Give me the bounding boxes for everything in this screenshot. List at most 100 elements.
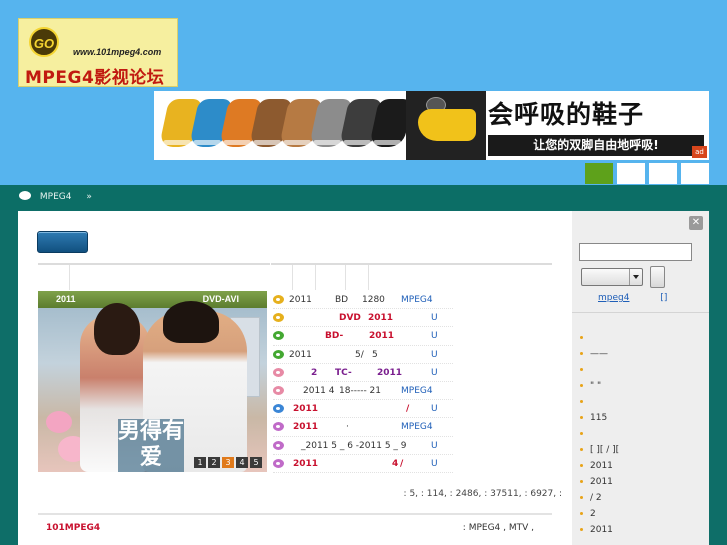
top-nav <box>585 163 709 184</box>
tab-latest[interactable] <box>271 265 293 290</box>
sidebar-item-label: 2 <box>590 509 596 519</box>
main-content: 2011 DVD-AVI 男得有爱 12345 2011 BD 1280 MPEG4 D… <box>18 211 572 545</box>
thread-row[interactable]: 2011 4/ U <box>273 455 453 473</box>
tab-digest[interactable] <box>316 265 346 290</box>
thread-row[interactable]: BD- 2011 U <box>273 327 453 346</box>
thread-title-part[interactable]: 2011 4 <box>303 382 335 400</box>
nav-item-4[interactable] <box>681 163 709 184</box>
site-logo[interactable]: GO www.101mpeg4.com MPEG4影视论坛 <box>18 18 178 88</box>
thread-forum-tag[interactable]: U <box>431 309 438 327</box>
slide-page-button[interactable]: 1 <box>194 457 206 468</box>
slide-page-button[interactable]: 2 <box>208 457 220 468</box>
slide-page-button[interactable]: 3 <box>222 457 234 468</box>
section-title[interactable]: 101MPEG4 <box>46 523 100 533</box>
thread-forum-tag[interactable]: U <box>431 346 438 364</box>
thread-title-part[interactable]: BD <box>335 291 348 309</box>
chat-bubble-icon <box>19 191 31 200</box>
slide-page-button[interactable]: 5 <box>250 457 262 468</box>
thread-bubble-icon <box>273 404 284 414</box>
sidebar-link-bracket[interactable]: [] <box>660 293 667 303</box>
thread-forum-tag[interactable]: U <box>431 437 438 455</box>
thread-forum-tag[interactable]: U <box>431 364 438 382</box>
thread-row[interactable]: _2011 5 _ 6 -2011 5 _ 9 U <box>273 437 453 455</box>
thread-title-part[interactable]: TC- <box>335 364 352 382</box>
thread-title-part[interactable]: DVD <box>339 309 361 327</box>
nav-item-1[interactable] <box>585 163 613 184</box>
sidebar-list: —— " " 115 [ ][ / ][2011 2011 / 2 2 2011 <box>580 330 705 538</box>
sidebar-item-label: [ ][ / ][ <box>590 445 620 455</box>
bullet-icon <box>580 384 583 387</box>
thread-row[interactable]: 2 TC- 2011 U <box>273 364 453 382</box>
thread-forum-tag[interactable]: MPEG4 <box>401 291 433 309</box>
sidebar-list-item[interactable]: 115 <box>580 410 705 426</box>
thread-title-part[interactable]: 2 <box>311 364 317 382</box>
thread-bubble-icon <box>273 349 284 359</box>
thread-forum-tag[interactable]: MPEG4 <box>401 382 433 400</box>
sidebar-link-mpeg4[interactable]: mpeg4 <box>598 293 629 303</box>
ad-banner[interactable]: 会呼吸的鞋子 让您的双脚自由地呼吸! ad <box>154 91 709 160</box>
nav-item-3[interactable] <box>649 163 677 184</box>
sidebar-list-item[interactable]: 2 <box>580 506 705 522</box>
thread-title-part[interactable]: 5 <box>372 346 378 364</box>
thread-title-part[interactable]: 2011 <box>368 309 393 327</box>
search-type-select[interactable] <box>581 268 643 286</box>
sidebar-list-item[interactable] <box>580 394 705 410</box>
thread-list: 2011 BD 1280 MPEG4 DVD 2011 U BD- 2011 U 2011 5/5 U 2… <box>273 291 453 473</box>
thread-title-part[interactable]: 2011 <box>293 455 318 473</box>
thread-forum-tag[interactable]: MPEG4 <box>401 418 433 436</box>
thread-title-part[interactable]: 2011 <box>289 346 312 364</box>
tab-hot[interactable] <box>293 265 316 290</box>
thread-title-part[interactable]: 1280 <box>362 291 385 309</box>
sidebar-list-item[interactable]: " " <box>580 378 705 394</box>
featured-slideshow[interactable]: 2011 DVD-AVI 男得有爱 12345 <box>38 291 267 472</box>
thread-row[interactable]: 2011 · MPEG4 <box>273 418 453 437</box>
breadcrumb-home[interactable]: MPEG4 <box>40 192 72 202</box>
thread-title-part[interactable]: · <box>346 418 349 436</box>
sidebar-list-item[interactable]: / 2 <box>580 490 705 506</box>
sidebar-list-item[interactable] <box>580 362 705 378</box>
thread-row[interactable]: 2011 BD 1280 MPEG4 <box>273 291 453 310</box>
sidebar-list-item[interactable]: 2011 <box>580 474 705 490</box>
sidebar-list-item[interactable]: 2011 <box>580 458 705 474</box>
slide-page-button[interactable]: 4 <box>236 457 248 468</box>
slide-pager: 12345 <box>194 457 262 468</box>
thread-row[interactable]: DVD 2011 U <box>273 309 453 328</box>
thread-title-part[interactable]: 2011 <box>289 291 312 309</box>
thread-forum-tag[interactable]: U <box>431 455 438 473</box>
sidebar: ✕ mpeg4 [] —— " " 115 [ ][ / ][2011 2011 / 2 2… <box>572 211 709 545</box>
thread-title-part[interactable]: BD- <box>325 327 343 345</box>
thread-title-part[interactable]: 5/ <box>355 346 364 364</box>
thread-forum-tag[interactable]: U <box>431 400 438 418</box>
logo-badge: GO <box>29 27 59 57</box>
thread-title-part[interactable]: 4 <box>392 455 398 473</box>
tab-replies[interactable] <box>346 265 369 290</box>
thread-forum-tag[interactable]: U <box>431 327 438 345</box>
thread-title-part[interactable]: 2011 <box>293 400 318 418</box>
thread-title-part[interactable]: 2011 <box>377 364 402 382</box>
thread-row[interactable]: 2011 4 18----- 21 MPEG4 <box>273 382 453 401</box>
chevron-down-icon <box>629 269 642 285</box>
slide-title: 男得有爱 <box>118 419 184 472</box>
search-button[interactable] <box>650 266 665 288</box>
thread-row[interactable]: 2011 / U <box>273 400 453 419</box>
sidebar-links: mpeg4 [] <box>598 293 667 303</box>
thread-tabs <box>271 263 552 290</box>
search-input[interactable] <box>579 243 692 261</box>
sidebar-list-item[interactable]: —— <box>580 346 705 362</box>
thread-title-part[interactable]: _2011 5 _ 6 -2011 5 _ 9 <box>301 437 407 455</box>
thread-title-part[interactable]: 2011 <box>369 327 394 345</box>
sidebar-list-item[interactable]: 2011 <box>580 522 705 538</box>
sidebar-divider <box>572 312 709 313</box>
tab-1[interactable] <box>38 265 70 290</box>
thread-title-part[interactable]: 2011 <box>293 418 318 436</box>
sidebar-list-item[interactable] <box>580 426 705 442</box>
thread-title-part[interactable]: / <box>406 400 409 418</box>
new-post-button[interactable] <box>37 231 88 253</box>
thread-title-part[interactable]: 18----- 21 <box>339 382 381 400</box>
close-icon[interactable]: ✕ <box>689 216 703 230</box>
thread-row[interactable]: 2011 5/5 U <box>273 346 453 364</box>
thread-title-part[interactable]: / <box>400 455 403 473</box>
sidebar-list-item[interactable]: [ ][ / ][ <box>580 442 705 458</box>
nav-item-2[interactable] <box>617 163 645 184</box>
sidebar-list-item[interactable] <box>580 330 705 346</box>
